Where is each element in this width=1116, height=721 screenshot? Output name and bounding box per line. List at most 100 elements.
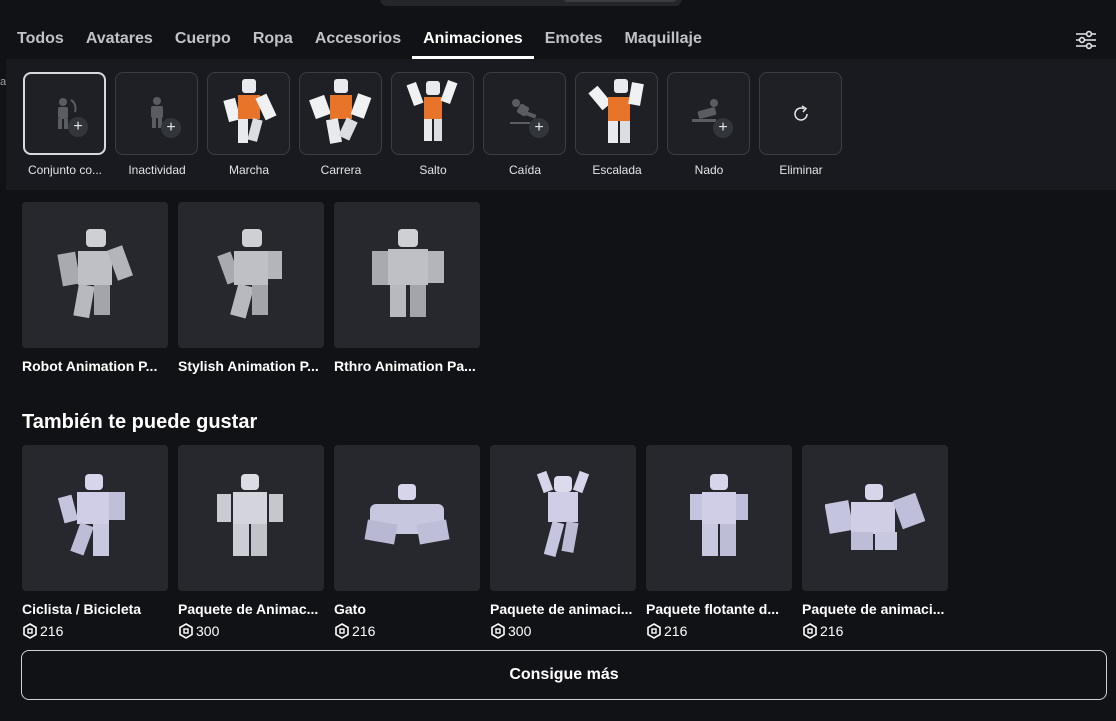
slot-conjunto[interactable]: + Conjunto co... bbox=[23, 72, 107, 177]
item-name: Paquete flotante d... bbox=[646, 601, 780, 617]
slot-box bbox=[575, 72, 658, 155]
slot-box: + bbox=[115, 72, 198, 155]
tab-todos[interactable]: Todos bbox=[6, 22, 75, 59]
price-value: 300 bbox=[196, 623, 220, 639]
avatar-figure-icon bbox=[217, 474, 283, 556]
slot-caida[interactable]: + Caída bbox=[483, 72, 567, 177]
tab-maquillaje[interactable]: Maquillaje bbox=[613, 22, 712, 59]
recommend-title: También te puede gustar bbox=[22, 411, 258, 433]
robux-icon bbox=[23, 623, 37, 639]
item-thumbnail bbox=[490, 445, 636, 591]
tab-accesorios[interactable]: Accesorios bbox=[304, 22, 412, 59]
avatar-figure-icon bbox=[536, 470, 590, 557]
robux-icon bbox=[179, 623, 193, 639]
slot-box: + bbox=[483, 72, 566, 155]
tab-cuerpo[interactable]: Cuerpo bbox=[164, 22, 242, 59]
item-name: Ciclista / Bicicleta bbox=[22, 601, 142, 617]
rec-card-2[interactable]: Paquete de Animac... 300 bbox=[178, 445, 324, 639]
avatar-figure-icon bbox=[372, 229, 444, 317]
owned-card-robot[interactable]: Robot Animation P... bbox=[22, 202, 168, 374]
slot-escalada[interactable]: Escalada bbox=[575, 72, 659, 177]
price-value: 216 bbox=[352, 623, 376, 639]
animation-slots-panel: + Conjunto co... + Inactividad Marcha Ca… bbox=[6, 59, 1116, 190]
slot-carrera[interactable]: Carrera bbox=[299, 72, 383, 177]
item-name: Paquete de animaci... bbox=[802, 601, 945, 617]
avatar-thumbnail bbox=[588, 79, 644, 143]
slot-box bbox=[207, 72, 290, 155]
add-icon: + bbox=[161, 118, 181, 138]
avatar-figure-icon bbox=[57, 474, 125, 556]
avatar-figure-icon bbox=[690, 474, 748, 556]
get-more-button[interactable]: Consigue más bbox=[21, 650, 1107, 700]
robux-icon bbox=[647, 623, 661, 639]
slot-label: Nado bbox=[694, 163, 724, 177]
avatar-thumbnail bbox=[309, 79, 372, 144]
avatar-figure-icon bbox=[217, 229, 282, 319]
slot-box bbox=[759, 72, 842, 155]
owned-card-stylish[interactable]: Stylish Animation P... bbox=[178, 202, 324, 374]
slot-label: Eliminar bbox=[779, 163, 823, 177]
slot-label: Conjunto co... bbox=[27, 163, 103, 177]
slot-label: Escalada bbox=[592, 163, 642, 177]
slot-nado[interactable]: + Nado bbox=[667, 72, 751, 177]
rec-card-6[interactable]: Paquete de animaci... 216 bbox=[802, 445, 948, 639]
item-thumbnail bbox=[802, 445, 948, 591]
item-thumbnail bbox=[646, 445, 792, 591]
robux-icon bbox=[491, 623, 505, 639]
owned-card-rthro[interactable]: Rthro Animation Pa... bbox=[334, 202, 480, 374]
tab-animaciones[interactable]: Animaciones bbox=[412, 22, 534, 59]
rec-card-5[interactable]: Paquete flotante d... 216 bbox=[646, 445, 792, 639]
avatar-thumbnail bbox=[406, 79, 458, 141]
avatar-thumbnail bbox=[223, 79, 277, 143]
item-price: 216 bbox=[646, 623, 792, 639]
slot-label: Caída bbox=[508, 163, 542, 177]
price-value: 216 bbox=[820, 623, 844, 639]
robux-icon bbox=[803, 623, 817, 639]
add-icon: + bbox=[529, 118, 549, 138]
avatar-figure-icon bbox=[364, 484, 450, 545]
slot-box bbox=[391, 72, 474, 155]
tab-avatares[interactable]: Avatares bbox=[75, 22, 164, 59]
item-price: 300 bbox=[178, 623, 324, 639]
item-name: Robot Animation P... bbox=[22, 358, 158, 374]
avatar-figure-icon bbox=[825, 484, 925, 550]
slot-eliminar[interactable]: Eliminar bbox=[759, 72, 843, 177]
slot-salto[interactable]: Salto bbox=[391, 72, 475, 177]
item-name: Paquete de Animac... bbox=[178, 601, 319, 617]
item-price: 216 bbox=[22, 623, 168, 639]
slot-box: + bbox=[667, 72, 750, 155]
slot-label: Inactividad bbox=[128, 163, 186, 177]
item-thumbnail bbox=[22, 445, 168, 591]
price-value: 216 bbox=[664, 623, 688, 639]
item-thumbnail bbox=[178, 445, 324, 591]
top-handle[interactable] bbox=[380, 0, 682, 6]
item-name: Stylish Animation P... bbox=[178, 358, 319, 374]
item-thumbnail bbox=[178, 202, 324, 348]
item-name: Rthro Animation Pa... bbox=[334, 358, 476, 374]
add-icon: + bbox=[713, 118, 733, 138]
item-price: 300 bbox=[490, 623, 636, 639]
slot-label: Salto bbox=[419, 163, 447, 177]
tab-emotes[interactable]: Emotes bbox=[534, 22, 614, 59]
slot-box bbox=[299, 72, 382, 155]
add-icon: + bbox=[68, 117, 88, 137]
filter-button[interactable] bbox=[1072, 27, 1100, 53]
rec-card-3[interactable]: Gato 216 bbox=[334, 445, 480, 639]
rec-card-4[interactable]: Paquete de animaci... 300 bbox=[490, 445, 636, 639]
tab-ropa[interactable]: Ropa bbox=[242, 22, 304, 59]
item-thumbnail bbox=[334, 445, 480, 591]
item-thumbnail bbox=[22, 202, 168, 348]
handle-indicator bbox=[564, 0, 676, 2]
slot-marcha[interactable]: Marcha bbox=[207, 72, 291, 177]
slot-label: Marcha bbox=[228, 163, 269, 177]
category-tabs: Todos Avatares Cuerpo Ropa Accesorios An… bbox=[0, 22, 1116, 60]
slot-box: + bbox=[23, 72, 106, 155]
sliders-icon bbox=[1076, 30, 1096, 50]
slot-inactividad[interactable]: + Inactividad bbox=[115, 72, 199, 177]
item-price: 216 bbox=[334, 623, 480, 639]
rec-card-1[interactable]: Ciclista / Bicicleta 216 bbox=[22, 445, 168, 639]
price-value: 300 bbox=[508, 623, 532, 639]
item-name: Gato bbox=[334, 601, 366, 617]
slot-label: Carrera bbox=[320, 163, 362, 177]
item-name: Paquete de animaci... bbox=[490, 601, 633, 617]
